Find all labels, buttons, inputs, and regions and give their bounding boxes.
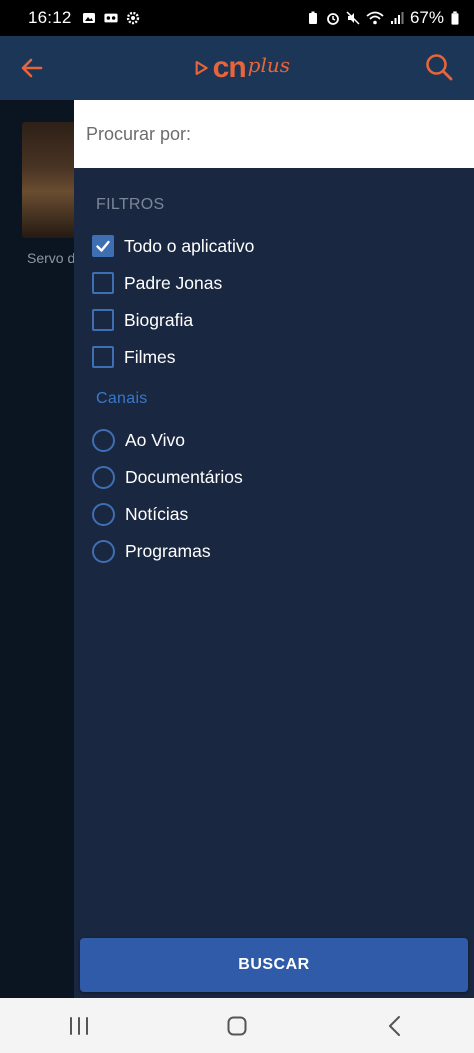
- screen: 16:12 67% cn plus Servo Procurar por: FI…: [0, 0, 474, 1053]
- logo-cn-text: cn: [212, 51, 247, 84]
- status-time: 16:12: [28, 8, 72, 27]
- recent-apps-icon: [70, 1016, 88, 1035]
- alarm-icon: [327, 13, 339, 25]
- cnplus-logo: cn plus: [194, 50, 290, 86]
- home-icon: [227, 1016, 247, 1035]
- channel-option-documentarios[interactable]: Documentários: [92, 463, 243, 491]
- search-input[interactable]: [86, 123, 462, 145]
- filter-label: Padre Jonas: [124, 272, 223, 293]
- filter-label: Filmes: [124, 346, 176, 367]
- channel-label: Ao Vivo: [125, 429, 185, 450]
- status-system-icons: 67%: [306, 8, 460, 28]
- wifi-icon: [366, 11, 384, 25]
- status-bar: 16:12 67%: [0, 0, 474, 36]
- search-icon[interactable]: [424, 52, 454, 82]
- status-notification-icons: [82, 11, 140, 25]
- system-nav-bar: [0, 998, 474, 1053]
- back-arrow-icon[interactable]: [18, 54, 46, 82]
- back-button[interactable]: [375, 1006, 415, 1046]
- checkbox-icon[interactable]: [92, 272, 114, 294]
- channel-option-ao-vivo[interactable]: Ao Vivo: [92, 426, 185, 454]
- filters-title: FILTROS: [96, 196, 165, 213]
- home-button[interactable]: [217, 1006, 257, 1046]
- video-thumbnail[interactable]: [22, 122, 82, 238]
- signal-icon: [390, 12, 404, 24]
- battery-saver-icon: [308, 11, 317, 24]
- search-submit-button[interactable]: BUSCAR: [80, 938, 468, 992]
- filter-option-todo-aplicativo[interactable]: Todo o aplicativo: [92, 232, 254, 260]
- channel-option-programas[interactable]: Programas: [92, 537, 211, 565]
- app-header: cn plus: [0, 36, 474, 100]
- settings-gear-icon: [126, 11, 139, 25]
- search-drawer: FILTROS Todo o aplicativo Padre Jonas Bi…: [74, 100, 474, 998]
- channel-label: Programas: [125, 540, 211, 561]
- filter-option-filmes[interactable]: Filmes: [92, 343, 176, 371]
- battery-percent: 67%: [409, 8, 444, 27]
- channel-label: Documentários: [125, 466, 243, 487]
- radio-button-icon[interactable]: [92, 428, 115, 452]
- radio-button-icon[interactable]: [92, 539, 115, 563]
- checkbox-icon[interactable]: [92, 346, 114, 368]
- filter-option-biografia[interactable]: Biografia: [92, 306, 193, 334]
- radio-button-icon[interactable]: [92, 465, 115, 489]
- play-logo-icon: [195, 60, 208, 76]
- channel-option-noticias[interactable]: Notícias: [92, 500, 188, 528]
- logo-plus-text: plus: [247, 53, 290, 77]
- search-field-container: [74, 100, 474, 168]
- mute-icon: [346, 11, 360, 25]
- gallery-icon: [82, 13, 95, 23]
- channels-title: Canais: [96, 390, 148, 407]
- filter-option-padre-jonas[interactable]: Padre Jonas: [92, 269, 222, 297]
- channel-label: Notícias: [125, 503, 189, 524]
- checkbox-icon[interactable]: [92, 309, 114, 331]
- background-content: Servo de Deus: [0, 100, 120, 998]
- filter-label: Todo o aplicativo: [124, 235, 255, 256]
- checkbox-checked-icon[interactable]: [92, 235, 114, 257]
- voicemail-icon: [103, 13, 118, 23]
- filter-label: Biografia: [124, 309, 194, 330]
- radio-button-icon[interactable]: [92, 502, 115, 526]
- recent-apps-button[interactable]: [59, 1006, 99, 1046]
- back-chevron-icon: [389, 1015, 400, 1036]
- battery-icon: [451, 11, 459, 25]
